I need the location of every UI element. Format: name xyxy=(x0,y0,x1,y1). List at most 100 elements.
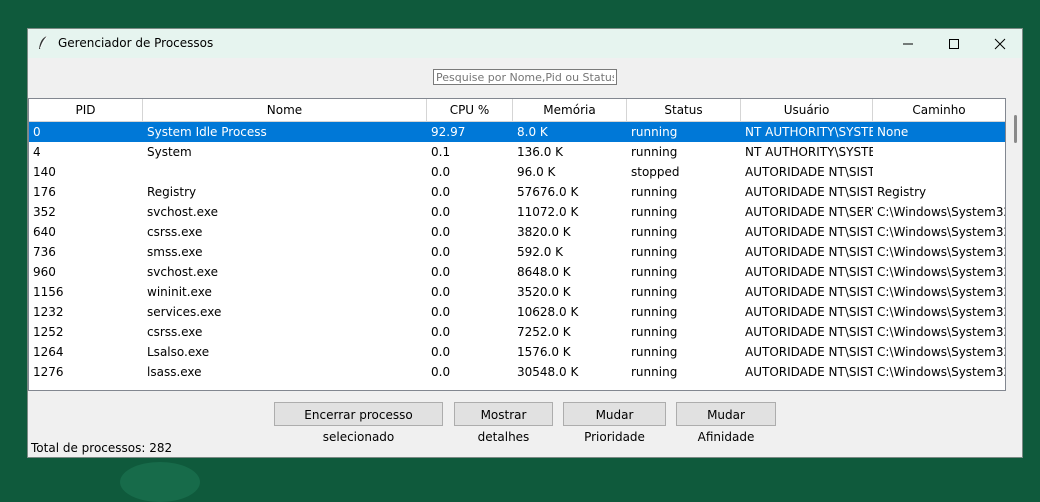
cell-memory: 7252.0 K xyxy=(517,325,571,339)
close-button[interactable] xyxy=(977,29,1023,58)
cell-name: svchost.exe xyxy=(147,265,218,279)
table-row[interactable]: 1252 csrss.exe 0.0 7252.0 K running AUTORIDAD… xyxy=(29,322,1005,342)
cell-status: running xyxy=(631,265,678,279)
table-row[interactable]: 640 csrss.exe 0.0 3820.0 K running AUTORIDADE… xyxy=(29,222,1005,242)
cell-memory: 136.0 K xyxy=(517,145,564,159)
cell-name: svchost.exe xyxy=(147,205,218,219)
column-header-path[interactable]: Caminho xyxy=(873,99,1005,121)
change-affinity-button[interactable]: Mudar Afinidade xyxy=(676,402,776,444)
cell-path: C:\Windows\System32\ xyxy=(877,365,1005,379)
cell-status: running xyxy=(631,245,678,259)
cell-memory: 592.0 K xyxy=(517,245,564,259)
cell-status: stopped xyxy=(631,165,680,179)
table-row[interactable]: 960 svchost.exe 0.0 8648.0 K running AUTORIDA… xyxy=(29,262,1005,282)
cell-memory: 8.0 K xyxy=(517,125,548,139)
column-header-pid[interactable]: PID xyxy=(29,99,143,121)
table-row[interactable]: 736 smss.exe 0.0 592.0 K running AUTORIDADE N… xyxy=(29,242,1005,262)
cell-user: AUTORIDADE NT\SISTEMA xyxy=(745,305,873,319)
cell-name: lsass.exe xyxy=(147,365,202,379)
table-row[interactable]: 352 svchost.exe 0.0 11072.0 K running AUTORID… xyxy=(29,202,1005,222)
column-header-memory[interactable]: Memória xyxy=(513,99,627,121)
table-row[interactable]: 1276 lsass.exe 0.0 30548.0 K running AUTORIDA… xyxy=(29,362,1005,382)
process-table[interactable]: PID Nome CPU % Memória Status Usuário Ca… xyxy=(28,98,1006,391)
minimize-button[interactable] xyxy=(885,29,931,58)
cell-cpu: 0.0 xyxy=(431,325,451,339)
show-details-button[interactable]: Mostrar detalhes xyxy=(454,402,553,444)
cell-user: AUTORIDADE NT\SISTEMA xyxy=(745,225,873,239)
cell-status: running xyxy=(631,305,678,319)
cell-user: AUTORIDADE NT\SISTEMA xyxy=(745,265,873,279)
window-title: Gerenciador de Processos xyxy=(58,36,214,50)
cell-memory: 8648.0 K xyxy=(517,265,571,279)
column-header-status[interactable]: Status xyxy=(627,99,741,121)
cell-status: running xyxy=(631,145,678,159)
cell-status: running xyxy=(631,285,678,299)
column-header-name[interactable]: Nome xyxy=(143,99,427,121)
column-header-user[interactable]: Usuário xyxy=(741,99,873,121)
cell-pid: 176 xyxy=(33,185,56,199)
cell-pid: 140 xyxy=(33,165,56,179)
cell-pid: 1156 xyxy=(33,285,64,299)
desktop-background-shape xyxy=(120,462,200,502)
cell-path: C:\Windows\System32\ xyxy=(877,225,1005,239)
table-row[interactable]: 176 Registry 0.0 57676.0 K running AUTORIDADE… xyxy=(29,182,1005,202)
cell-memory: 10628.0 K xyxy=(517,305,579,319)
cell-user: AUTORIDADE NT\SERVIÇO xyxy=(745,205,873,219)
table-row[interactable]: 1156 wininit.exe 0.0 3520.0 K running AUTORID… xyxy=(29,282,1005,302)
cell-cpu: 0.0 xyxy=(431,165,451,179)
vertical-scrollbar[interactable] xyxy=(1012,112,1020,392)
cell-cpu: 0.0 xyxy=(431,285,451,299)
cell-user: AUTORIDADE NT\SISTEMA xyxy=(745,185,873,199)
title-bar[interactable]: Gerenciador de Processos xyxy=(28,29,1022,58)
table-row[interactable]: 1232 services.exe 0.0 10628.0 K running AUTOR… xyxy=(29,302,1005,322)
close-icon xyxy=(994,38,1006,49)
cell-cpu: 0.0 xyxy=(431,345,451,359)
cell-cpu: 92.97 xyxy=(431,125,466,139)
cell-name: csrss.exe xyxy=(147,325,203,339)
feather-icon xyxy=(39,35,48,49)
search-input[interactable] xyxy=(433,69,617,85)
cell-status: running xyxy=(631,365,678,379)
cell-status: running xyxy=(631,225,678,239)
column-header-cpu[interactable]: CPU % xyxy=(427,99,513,121)
process-manager-window: Gerenciador de Processos PID Nome CPU % … xyxy=(27,28,1023,458)
cell-path: C:\Windows\System32\ xyxy=(877,325,1005,339)
maximize-button[interactable] xyxy=(931,29,977,58)
cell-user: AUTORIDADE NT\SISTEMA xyxy=(745,325,873,339)
cell-pid: 736 xyxy=(33,245,56,259)
table-row[interactable]: 4 System 0.1 136.0 K running NT AUTHORITY\SYS… xyxy=(29,142,1005,162)
cell-user: AUTORIDADE NT\SISTEMA xyxy=(745,245,873,259)
cell-name: csrss.exe xyxy=(147,225,203,239)
cell-cpu: 0.0 xyxy=(431,365,451,379)
cell-memory: 1576.0 K xyxy=(517,345,571,359)
table-row[interactable]: 1264 Lsalso.exe 0.0 1576.0 K running AUTORIDA… xyxy=(29,342,1005,362)
cell-pid: 4 xyxy=(33,145,41,159)
cell-name: System xyxy=(147,145,192,159)
cell-path: Registry xyxy=(877,185,927,199)
cell-cpu: 0.0 xyxy=(431,245,451,259)
cell-pid: 640 xyxy=(33,225,56,239)
change-priority-button[interactable]: Mudar Prioridade xyxy=(563,402,666,444)
maximize-icon xyxy=(949,38,959,49)
cell-status: running xyxy=(631,125,678,139)
cell-memory: 96.0 K xyxy=(517,165,556,179)
cell-path: C:\Windows\System32\ xyxy=(877,245,1005,259)
cell-path: C:\Windows\System32\ xyxy=(877,205,1005,219)
cell-cpu: 0.0 xyxy=(431,185,451,199)
cell-user: AUTORIDADE NT\SISTEMA xyxy=(745,345,873,359)
cell-path: C:\Windows\System32\ xyxy=(877,345,1005,359)
cell-name: services.exe xyxy=(147,305,222,319)
cell-path xyxy=(873,142,1005,162)
cell-status: running xyxy=(631,345,678,359)
scrollbar-thumb[interactable] xyxy=(1014,115,1017,143)
table-row[interactable]: 140 0.0 96.0 K stopped AUTORIDADE NT\SISTEMA xyxy=(29,162,1005,182)
process-count-status: Total de processos: 282 xyxy=(31,441,173,455)
table-row[interactable]: 0 System Idle Process 92.97 8.0 K running NT … xyxy=(29,122,1005,142)
cell-path: C:\Windows\System32\ xyxy=(877,265,1005,279)
minimize-icon xyxy=(903,43,913,44)
cell-name: wininit.exe xyxy=(147,285,212,299)
cell-memory: 57676.0 K xyxy=(517,185,579,199)
cell-memory: 3520.0 K xyxy=(517,285,571,299)
cell-memory: 30548.0 K xyxy=(517,365,579,379)
end-process-button[interactable]: Encerrar processo selecionado xyxy=(274,402,443,444)
